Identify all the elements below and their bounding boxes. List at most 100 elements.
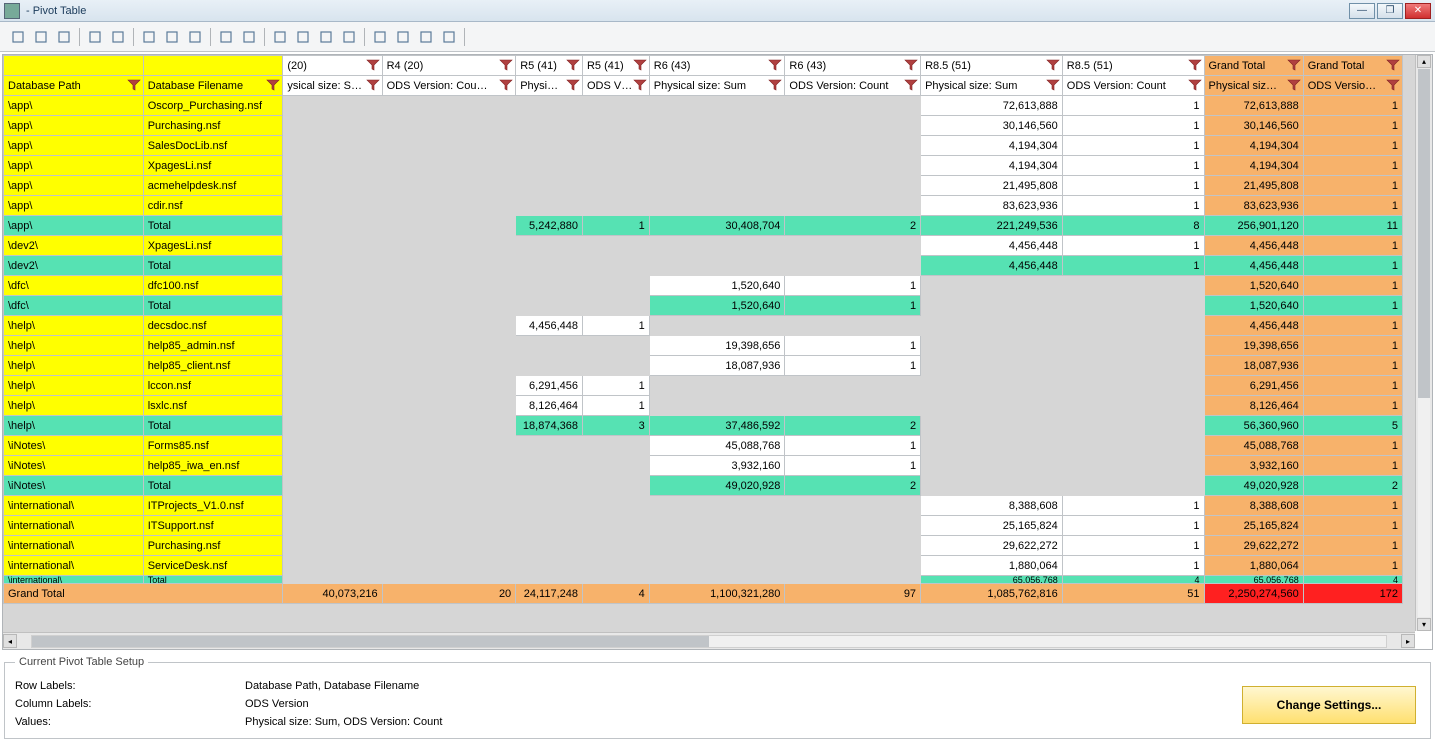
data-cell[interactable] [382,236,516,256]
data-cell[interactable] [649,96,785,116]
data-cell[interactable]: 4 [1062,576,1204,584]
filter-icon[interactable] [366,78,380,92]
data-cell[interactable]: 1 [1062,96,1204,116]
data-cell[interactable] [1062,336,1204,356]
filter-icon[interactable] [904,78,918,92]
data-cell[interactable]: 1 [1303,396,1402,416]
data-cell[interactable]: 21,495,808 [1204,176,1303,196]
dropdown-icon[interactable] [239,27,259,47]
value-column-header[interactable]: Physical size: Sum [649,76,785,96]
column-group-header[interactable]: Grand Total [1204,56,1303,76]
data-cell[interactable]: 19,398,656 [649,336,785,356]
data-cell[interactable] [921,396,1063,416]
data-cell[interactable] [649,136,785,156]
data-cell[interactable] [921,336,1063,356]
column-group-header[interactable]: Grand Total [1303,56,1402,76]
data-cell[interactable] [582,96,649,116]
data-cell[interactable] [283,96,382,116]
row-path-cell[interactable]: \app\ [4,136,144,156]
data-cell[interactable]: 256,901,120 [1204,216,1303,236]
data-cell[interactable]: 4,456,448 [921,256,1063,276]
column-group-header[interactable]: R6 (43) [649,56,785,76]
data-cell[interactable] [283,216,382,236]
column-group-header[interactable]: R8.5 (51) [921,56,1063,76]
value-column-header[interactable]: Physical siz… [1204,76,1303,96]
data-cell[interactable]: 11 [1303,216,1402,236]
row-file-cell[interactable]: help85_iwa_en.nsf [143,456,283,476]
data-cell[interactable] [283,196,382,216]
filter-icon[interactable] [768,78,782,92]
row-path-cell[interactable]: \international\ [4,536,144,556]
data-cell[interactable] [382,536,516,556]
data-cell[interactable] [516,356,583,376]
row-file-cell[interactable]: lsxlc.nsf [143,396,283,416]
data-cell[interactable]: 4,456,448 [1204,236,1303,256]
data-cell[interactable] [649,316,785,336]
data-cell[interactable] [785,396,921,416]
data-cell[interactable]: 1 [1303,116,1402,136]
data-cell[interactable] [582,176,649,196]
data-cell[interactable]: 72,613,888 [1204,96,1303,116]
data-cell[interactable] [516,336,583,356]
horizontal-scrollbar[interactable]: ◂ ▸ [3,632,1415,649]
data-cell[interactable] [785,536,921,556]
data-cell[interactable] [516,96,583,116]
close-button[interactable]: ✕ [1405,3,1431,19]
data-cell[interactable]: 2 [785,216,921,236]
zoom-out-icon[interactable] [162,27,182,47]
row-path-cell[interactable]: \international\ [4,516,144,536]
data-cell[interactable] [283,556,382,576]
data-cell[interactable] [582,296,649,316]
row-path-cell[interactable]: \help\ [4,376,144,396]
data-cell[interactable] [1062,396,1204,416]
data-cell[interactable] [283,516,382,536]
row-path-cell[interactable]: \international\ [4,576,144,584]
data-cell[interactable]: 3,932,160 [649,456,785,476]
file-icon[interactable] [8,27,28,47]
data-cell[interactable] [382,336,516,356]
data-cell[interactable]: 1 [1303,496,1402,516]
row-file-cell[interactable]: Purchasing.nsf [143,536,283,556]
data-cell[interactable] [382,176,516,196]
data-cell[interactable]: 45,088,768 [1204,436,1303,456]
data-cell[interactable] [1062,296,1204,316]
data-cell[interactable]: 4,194,304 [921,156,1063,176]
maximize-button[interactable]: ❐ [1377,3,1403,19]
data-cell[interactable] [382,116,516,136]
data-cell[interactable]: 18,874,368 [516,416,583,436]
row-path-cell[interactable]: \app\ [4,96,144,116]
filter-icon[interactable] [566,78,580,92]
data-cell[interactable] [582,496,649,516]
data-cell[interactable] [382,136,516,156]
data-cell[interactable] [382,576,516,584]
calc-icon[interactable] [439,27,459,47]
row-file-cell[interactable]: ITSupport.nsf [143,516,283,536]
data-cell[interactable] [382,96,516,116]
data-cell[interactable]: 4,456,448 [516,316,583,336]
row-path-cell[interactable]: \dev2\ [4,256,144,276]
row-file-cell[interactable]: SalesDocLib.nsf [143,136,283,156]
data-cell[interactable] [582,536,649,556]
row-icon[interactable] [270,27,290,47]
data-cell[interactable]: 8,388,608 [921,496,1063,516]
row-path-cell[interactable]: \app\ [4,216,144,236]
filter-icon[interactable] [1188,78,1202,92]
paste-icon[interactable] [54,27,74,47]
save-icon[interactable] [108,27,128,47]
data-cell[interactable] [649,116,785,136]
data-cell[interactable] [382,296,516,316]
column-group-header[interactable]: R8.5 (51) [1062,56,1204,76]
data-cell[interactable]: 1 [582,316,649,336]
data-cell[interactable] [283,456,382,476]
data-cell[interactable]: 1 [1303,316,1402,336]
data-cell[interactable] [785,516,921,536]
filter-icon[interactable] [633,58,647,72]
filter-icon[interactable] [499,78,513,92]
data-cell[interactable] [921,296,1063,316]
data-cell[interactable]: 4,456,448 [921,236,1063,256]
data-cell[interactable]: 49,020,928 [649,476,785,496]
value-column-header[interactable]: ODS Version: Count [1062,76,1204,96]
column-group-header[interactable]: R4 (20) [382,56,516,76]
data-cell[interactable] [516,176,583,196]
zoom-in-icon[interactable] [139,27,159,47]
